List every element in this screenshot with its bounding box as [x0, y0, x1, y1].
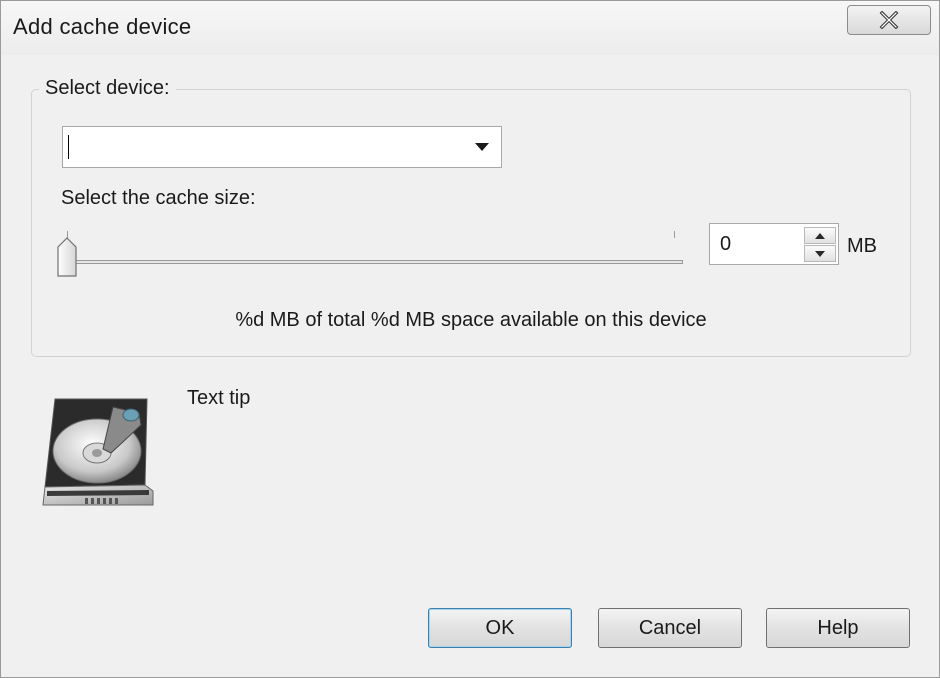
arrow-down-icon [815, 250, 825, 257]
cache-size-slider[interactable] [57, 227, 689, 277]
space-available-text: %d MB of total %d MB space available on … [235, 309, 707, 331]
arrow-up-icon [815, 232, 825, 239]
close-button[interactable] [847, 5, 931, 35]
cache-size-spinbox[interactable]: 0 [709, 223, 839, 265]
cancel-button[interactable]: Cancel [598, 608, 742, 648]
slider-tick-max [674, 231, 675, 238]
size-unit-label: MB [847, 235, 877, 257]
text-caret [68, 135, 69, 159]
chevron-down-icon[interactable] [475, 143, 489, 151]
spin-up-button[interactable] [804, 227, 836, 244]
slider-thumb[interactable] [57, 237, 77, 277]
hard-drive-icon [42, 398, 154, 506]
select-device-label: Select device: [39, 77, 176, 100]
help-button[interactable]: Help [766, 608, 910, 648]
device-combobox[interactable] [62, 126, 502, 168]
title-bar[interactable]: Add cache device [1, 1, 939, 55]
slider-track[interactable] [67, 260, 683, 264]
add-cache-device-dialog: Add cache device Select device: Select t… [0, 0, 940, 678]
spin-down-button[interactable] [804, 245, 836, 262]
close-icon [879, 11, 899, 29]
select-cache-size-label: Select the cache size: [61, 187, 256, 209]
cache-size-input[interactable]: 0 [720, 233, 731, 256]
dialog-title: Add cache device [13, 14, 192, 39]
text-tip: Text tip [187, 387, 251, 409]
ok-button[interactable]: OK [428, 608, 572, 648]
